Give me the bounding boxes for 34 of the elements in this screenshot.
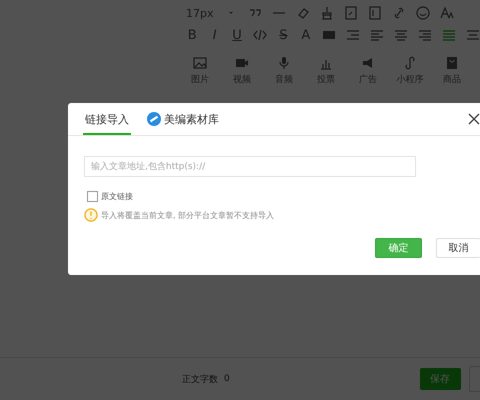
line-spacing-icon[interactable] bbox=[466, 28, 480, 42]
url-input-field[interactable]: 输入文章地址,包含http(s):// bbox=[84, 156, 416, 177]
font-size-icon[interactable] bbox=[440, 6, 454, 20]
align-center-icon[interactable] bbox=[394, 28, 408, 42]
circle-logo-icon bbox=[147, 112, 161, 126]
curve-link-icon[interactable] bbox=[403, 56, 417, 70]
save-button[interactable]: 保存 bbox=[420, 368, 461, 390]
highlight-icon[interactable] bbox=[322, 28, 336, 42]
video-camera-icon[interactable] bbox=[235, 56, 249, 70]
bag-icon[interactable] bbox=[445, 56, 459, 70]
emoji-icon[interactable] bbox=[416, 6, 430, 20]
microphone-icon[interactable] bbox=[277, 56, 291, 70]
cancel-button[interactable]: 取消 bbox=[436, 238, 480, 258]
tab[interactable]: 链接导入 bbox=[83, 105, 131, 135]
justify-icon[interactable] bbox=[442, 28, 456, 42]
close-icon[interactable] bbox=[468, 113, 480, 125]
tab[interactable]: 美编素材库 bbox=[145, 105, 221, 135]
align-right-icon[interactable] bbox=[418, 28, 432, 42]
align-left-icon[interactable] bbox=[370, 28, 384, 42]
image-icon[interactable] bbox=[193, 56, 207, 70]
code-icon[interactable] bbox=[253, 28, 268, 42]
checkbox[interactable] bbox=[87, 191, 98, 202]
brush-icon[interactable] bbox=[320, 6, 334, 20]
confirm-button[interactable]: 确定 bbox=[375, 238, 422, 258]
document-icon[interactable] bbox=[344, 6, 358, 20]
indent-icon[interactable] bbox=[346, 28, 360, 42]
warning-icon bbox=[84, 208, 98, 222]
checkbox-label[interactable]: 原文链接 bbox=[101, 191, 133, 202]
megaphone-icon[interactable] bbox=[361, 56, 375, 70]
document-icon[interactable] bbox=[368, 6, 382, 20]
word-count-label: 正文字数 bbox=[182, 374, 218, 386]
word-count: 0 bbox=[224, 374, 230, 384]
notice-text: 导入将覆盖当前文章, 部分平台文章暂不支持导入 bbox=[101, 210, 274, 220]
eraser-icon[interactable] bbox=[296, 6, 310, 20]
